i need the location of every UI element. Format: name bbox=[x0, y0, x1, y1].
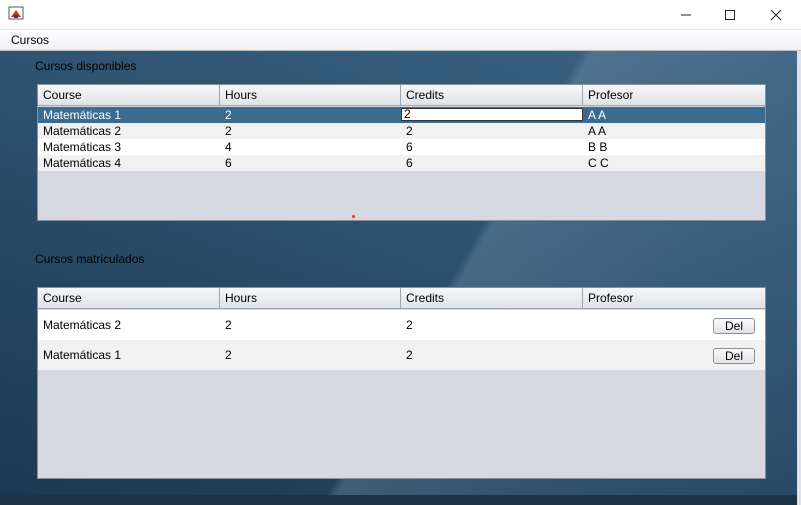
cell-profesor: A A bbox=[588, 124, 607, 138]
cell-course: Matemáticas 1 bbox=[43, 108, 122, 122]
window-edge bbox=[797, 51, 801, 505]
cell-hours: 2 bbox=[225, 318, 232, 332]
table-row[interactable]: Matemáticas 1 2 2 Del bbox=[38, 340, 765, 370]
cell-credits: 6 bbox=[406, 156, 413, 170]
table-header: Course Hours Credits Profesor bbox=[38, 288, 765, 309]
cell-hours: 4 bbox=[225, 140, 232, 154]
header-credits[interactable]: Credits bbox=[401, 85, 583, 105]
cell-hours: 2 bbox=[225, 108, 232, 122]
cell-credits: 6 bbox=[406, 140, 413, 154]
table-row[interactable]: Matemáticas 1 2 2 A A bbox=[38, 107, 765, 123]
table-row[interactable]: Matemáticas 2 2 2 Del bbox=[38, 310, 765, 340]
table-row[interactable]: Matemáticas 4 6 6 C C bbox=[38, 155, 765, 171]
menu-cursos[interactable]: Cursos bbox=[11, 33, 49, 47]
available-courses-label: Cursos disponibles bbox=[35, 59, 137, 73]
header-profesor[interactable]: Profesor bbox=[583, 85, 765, 105]
table-header: Course Hours Credits Profesor bbox=[38, 85, 765, 106]
cell-course: Matemáticas 3 bbox=[43, 140, 122, 154]
menu-bar: Cursos bbox=[0, 30, 801, 51]
cell-profesor: A A bbox=[588, 108, 607, 122]
cell-course: Matemáticas 2 bbox=[43, 124, 122, 138]
header-hours[interactable]: Hours bbox=[220, 85, 401, 105]
cell-credits: 2 bbox=[406, 318, 413, 332]
table-row[interactable]: Matemáticas 3 4 6 B B bbox=[38, 139, 765, 155]
del-button[interactable]: Del bbox=[713, 318, 755, 334]
header-course[interactable]: Course bbox=[38, 85, 220, 105]
cell-course: Matemáticas 4 bbox=[43, 156, 122, 170]
header-credits[interactable]: Credits bbox=[401, 288, 583, 308]
cell-credits: 2 bbox=[406, 124, 413, 138]
cell-credits-editor[interactable]: 2 bbox=[401, 108, 583, 121]
available-courses-table[interactable]: Course Hours Credits Profesor Matemática… bbox=[37, 84, 766, 221]
cell-hours: 2 bbox=[225, 348, 232, 362]
enrolled-courses-table[interactable]: Course Hours Credits Profesor Matemática… bbox=[37, 287, 766, 479]
title-bar bbox=[0, 0, 801, 30]
cell-profesor: B B bbox=[588, 140, 608, 154]
cell-credits: 2 bbox=[406, 348, 413, 362]
minimize-icon[interactable] bbox=[663, 0, 709, 29]
cell-course: Matemáticas 1 bbox=[43, 348, 122, 362]
close-icon[interactable] bbox=[753, 0, 799, 29]
java-app-icon bbox=[8, 6, 24, 20]
cursor-dot bbox=[352, 215, 355, 218]
cell-profesor: C C bbox=[588, 156, 609, 170]
del-button[interactable]: Del bbox=[713, 348, 755, 364]
cell-hours: 6 bbox=[225, 156, 232, 170]
maximize-icon[interactable] bbox=[707, 0, 753, 29]
header-course[interactable]: Course bbox=[38, 288, 220, 308]
background-strip bbox=[0, 495, 797, 505]
cell-course: Matemáticas 2 bbox=[43, 318, 122, 332]
enrolled-courses-label: Cursos matriculados bbox=[35, 252, 145, 266]
table-row[interactable]: Matemáticas 2 2 2 A A bbox=[38, 123, 765, 139]
header-hours[interactable]: Hours bbox=[220, 288, 401, 308]
header-profesor[interactable]: Profesor bbox=[583, 288, 765, 308]
cell-hours: 2 bbox=[225, 124, 232, 138]
